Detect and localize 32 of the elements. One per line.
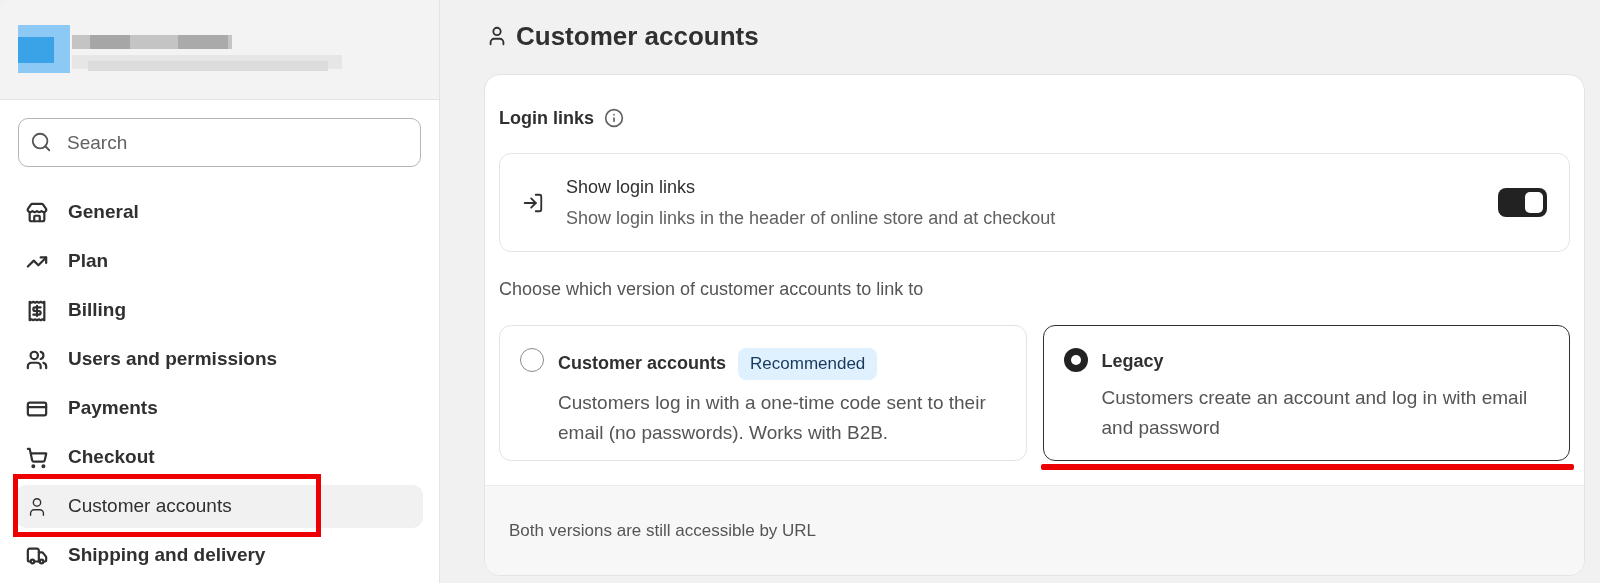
option-title: Customer accounts <box>558 352 727 376</box>
sidebar-item[interactable]: Billing <box>16 289 423 332</box>
sidebar-item[interactable]: General <box>16 191 423 234</box>
footer-text: Both versions are still accessible by URL <box>509 519 817 542</box>
option-title: Legacy <box>1101 350 1164 373</box>
search-icon <box>30 131 52 153</box>
section-heading: Login links <box>499 106 594 130</box>
search-field[interactable]: Search <box>18 118 421 167</box>
option-description: Customers log in with a one-time code sent to their email (no passwords). Works with B2B. <box>558 390 987 445</box>
setting-title: Show login links <box>566 175 697 199</box>
store-icon <box>26 201 48 224</box>
sidebar-item[interactable]: Shipping and delivery <box>16 534 423 577</box>
sidebar-item[interactable]: Payments <box>16 387 423 430</box>
option-card[interactable]: Legacy Customers create an account and log in with email and password <box>1042 325 1570 461</box>
cart-icon <box>26 446 48 469</box>
sidebar-item[interactable]: Users and permissions <box>16 338 423 381</box>
radio-button[interactable] <box>1063 348 1088 372</box>
sidebar-item[interactable]: Plan <box>16 240 423 283</box>
sidebar-item[interactable]: Customer accounts <box>16 485 423 528</box>
receipt-icon <box>26 299 48 322</box>
login-icon <box>522 191 544 214</box>
toggle-switch[interactable] <box>1498 188 1547 217</box>
option-card[interactable]: Customer accounts Recommended Customers log in with a one-time code sent to their email (no passwords). Works with B2B. <box>499 325 1027 461</box>
prompt-text: Choose which version of customer accounts to link to <box>499 278 925 301</box>
radio-button[interactable] <box>520 348 544 372</box>
info-icon[interactable] <box>604 108 624 128</box>
sidebar-item[interactable]: Checkout <box>16 436 423 479</box>
option-description: Customers create an account and log in with email and password <box>1101 386 1529 440</box>
users-icon <box>26 348 48 371</box>
setting-description: Show login links in the header of online store and at checkout <box>566 206 1057 230</box>
page-title: Customer accounts <box>516 19 759 53</box>
recommended-tag: Recommended <box>738 348 878 380</box>
